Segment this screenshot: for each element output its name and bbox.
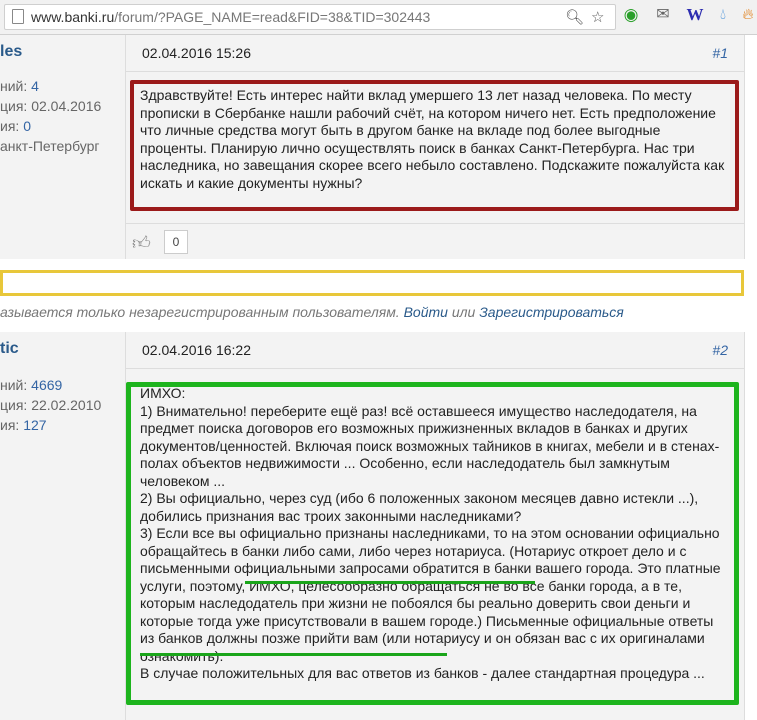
guest-notice: азывается только незарегистрированным по… — [0, 304, 624, 320]
rating-link[interactable]: 127 — [23, 417, 46, 433]
messages-count-link[interactable]: 4669 — [31, 377, 62, 393]
page-icon — [12, 9, 24, 24]
post-1-author-sidebar: les ний: 4 ция: 02.04.2016 ия: 0 анкт-Пе… — [0, 35, 126, 259]
flame-extension-icon[interactable]: 🔥︎ — [739, 6, 757, 24]
red-highlight-frame — [130, 80, 739, 211]
green-highlight-frame — [126, 382, 739, 705]
zoom-icon[interactable]: 🔍︎ — [565, 8, 584, 26]
green-circle-extension-icon[interactable]: ◉ — [622, 6, 640, 24]
address-bar[interactable]: www.banki.ru/forum/?PAGE_NAME=read&FID=3… — [4, 4, 616, 30]
author-name[interactable]: les — [0, 43, 22, 61]
green-underline — [245, 581, 535, 584]
author-meta: ний: 4 ция: 02.04.2016 ия: 0 анкт-Петерб… — [0, 78, 102, 154]
login-link[interactable]: Войти — [404, 304, 448, 320]
post-header: 02.04.2016 16:22 #2 — [126, 332, 744, 369]
post-number-link[interactable]: #1 — [712, 45, 728, 61]
post-footer: 👍︎ 0 — [126, 223, 744, 260]
post-date: 02.04.2016 16:22 — [142, 342, 251, 358]
author-name[interactable]: tic — [0, 340, 19, 358]
post-header: 02.04.2016 15:26 #1 — [126, 35, 744, 72]
url-text[interactable]: www.banki.ru/forum/?PAGE_NAME=read&FID=3… — [31, 9, 430, 25]
w-extension-icon[interactable]: W — [686, 6, 704, 24]
notice-frame — [0, 270, 744, 296]
green-underline — [140, 653, 447, 656]
rating-link[interactable]: 0 — [23, 118, 31, 134]
mail-icon[interactable]: ✉ — [654, 6, 672, 24]
post-2-author-sidebar: tic ний: 4669 ция: 22.02.2010 ия: 127 — [0, 332, 126, 720]
drop-extension-icon[interactable]: 💧︎ — [714, 6, 732, 24]
browser-toolbar: www.banki.ru/forum/?PAGE_NAME=read&FID=3… — [0, 0, 757, 35]
like-count: 0 — [164, 230, 188, 254]
register-link[interactable]: Зарегистрироваться — [479, 304, 624, 320]
author-meta: ний: 4669 ция: 22.02.2010 ия: 127 — [0, 377, 102, 433]
post-number-link[interactable]: #2 — [712, 342, 728, 358]
post-date: 02.04.2016 15:26 — [142, 45, 251, 61]
messages-count-link[interactable]: 4 — [31, 78, 39, 94]
star-icon[interactable]: ☆ — [591, 8, 604, 26]
thumbs-up-icon[interactable]: 👍︎ — [132, 232, 151, 254]
